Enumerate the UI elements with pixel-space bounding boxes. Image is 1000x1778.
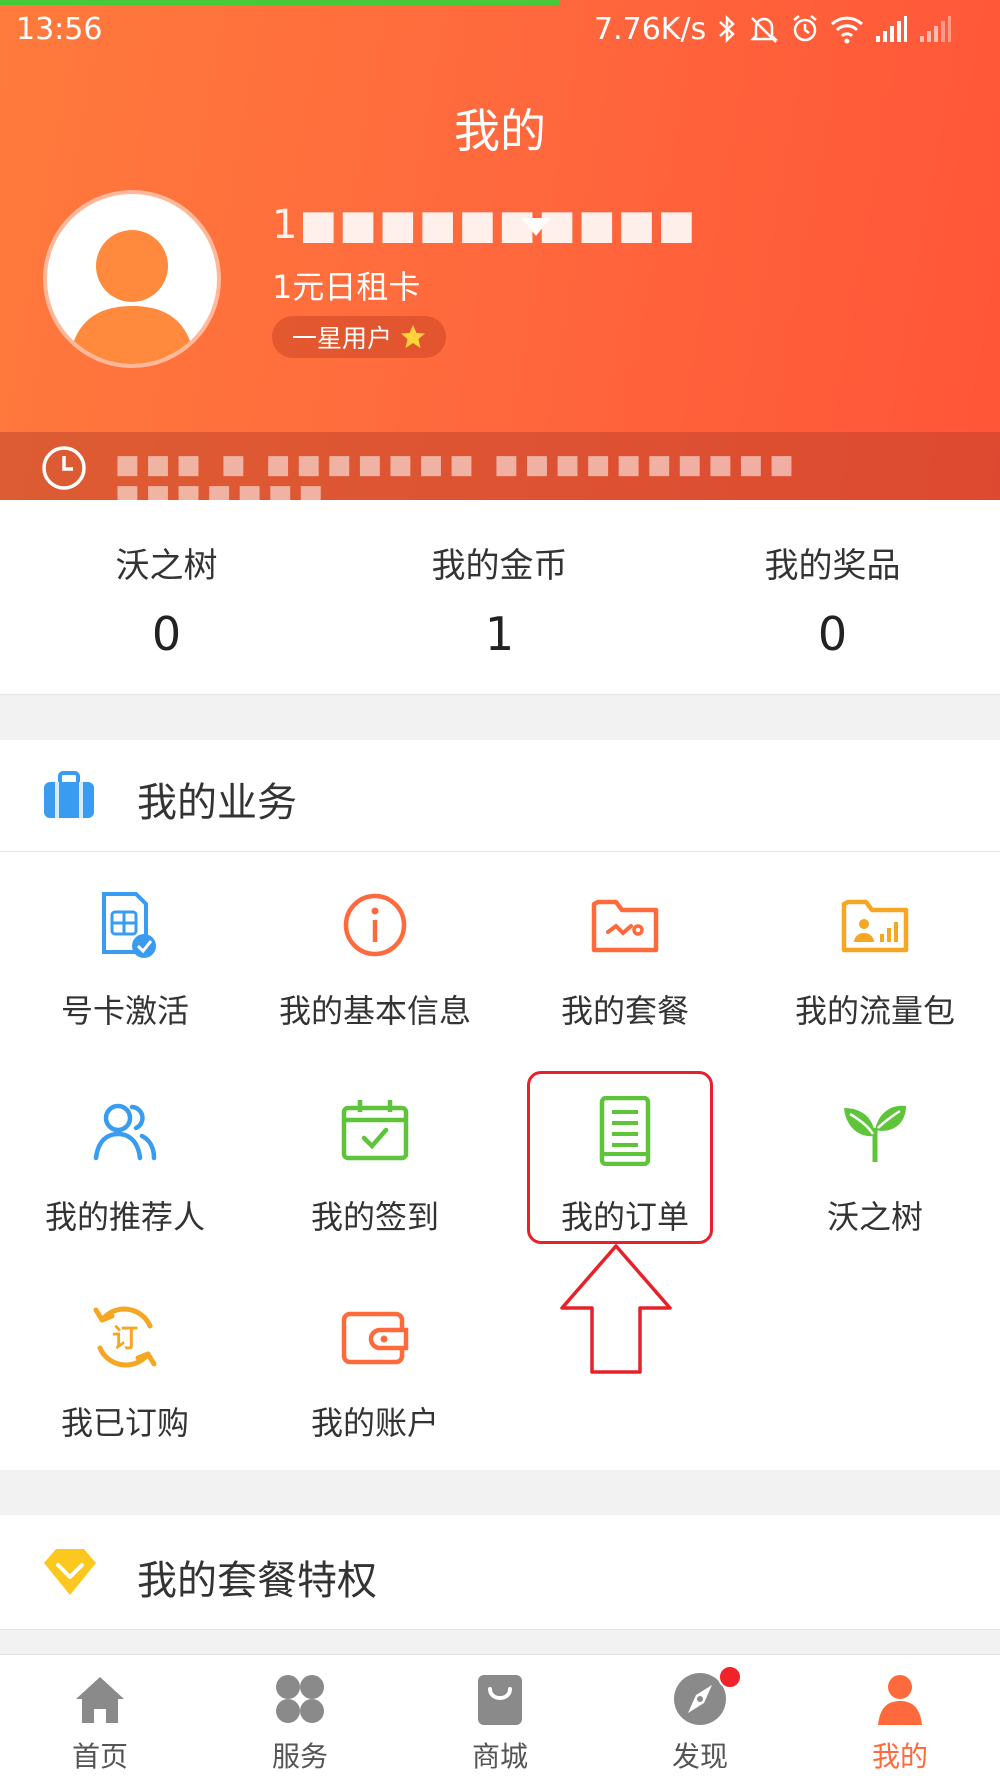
default-avatar-icon bbox=[69, 230, 195, 364]
tab-home[interactable]: 首页 bbox=[0, 1665, 200, 1775]
grid-item-my-package[interactable]: 我的套餐 bbox=[500, 890, 750, 1040]
business-section-header: 我的业务 bbox=[0, 740, 1000, 852]
grid-item-label: 我的套餐 bbox=[560, 992, 689, 1030]
bluetooth-icon bbox=[719, 14, 735, 44]
notification-dot bbox=[718, 1665, 742, 1689]
grid-item-sim-activation[interactable]: 号卡激活 bbox=[0, 890, 250, 1040]
stat-value: 0 bbox=[817, 607, 848, 661]
calendar-check-icon bbox=[341, 1100, 409, 1161]
up-arrow-annotation-icon bbox=[560, 1244, 672, 1374]
business-section-title: 我的业务 bbox=[137, 780, 297, 826]
wallet-icon bbox=[341, 1311, 409, 1365]
profile-header: 13:56 7.76K/s 我的 1■■■■■■■■■■ 1元日租卡 一星用户 … bbox=[0, 0, 1000, 500]
grid-item-label: 我已订购 bbox=[60, 1404, 189, 1442]
clock-icon bbox=[42, 446, 86, 490]
briefcase-icon bbox=[44, 771, 94, 818]
bottom-tab-bar: 首页 服务 商城 发现 我的 bbox=[0, 1654, 1000, 1778]
tab-label: 发现 bbox=[671, 1740, 728, 1773]
grid-item-label: 我的基本信息 bbox=[278, 992, 471, 1030]
stat-value: 1 bbox=[484, 607, 515, 661]
stat-label: 沃之树 bbox=[115, 546, 218, 586]
tab-label: 服务 bbox=[271, 1740, 328, 1773]
data-folder-icon bbox=[841, 899, 909, 953]
services-icon bbox=[276, 1675, 324, 1723]
grid-item-label: 号卡激活 bbox=[60, 992, 189, 1030]
star-icon bbox=[401, 325, 426, 348]
user-level-badge[interactable]: 一星用户 bbox=[272, 316, 447, 358]
grid-item-my-account[interactable]: 我的账户 bbox=[250, 1302, 500, 1452]
notice-bar[interactable]: ■■■ ■ ■■■■■■■ ■■■■■■■■■■ ■■■■■■■ bbox=[0, 432, 1000, 500]
stat-label: 我的奖品 bbox=[764, 546, 901, 586]
plan-name: 1元日租卡 bbox=[272, 268, 421, 306]
user-level-label: 一星用户 bbox=[292, 324, 393, 353]
stat-value: 0 bbox=[151, 607, 182, 661]
page-title: 我的 bbox=[454, 104, 546, 158]
stat-label: 我的金币 bbox=[431, 546, 568, 586]
grid-item-wo-tree[interactable]: 沃之树 bbox=[750, 1096, 1000, 1246]
loading-progress-line bbox=[0, 0, 560, 5]
status-bar: 13:56 7.76K/s bbox=[0, 8, 1000, 48]
status-network-speed: 7.76K/s bbox=[594, 12, 707, 47]
tab-label: 我的 bbox=[871, 1740, 928, 1773]
shopping-bag-icon bbox=[478, 1675, 522, 1725]
signal-icon bbox=[876, 16, 907, 42]
tab-profile[interactable]: 我的 bbox=[800, 1665, 1000, 1775]
tab-label: 商城 bbox=[471, 1740, 528, 1773]
diamond-icon bbox=[44, 1549, 96, 1595]
alarm-icon bbox=[793, 15, 817, 42]
tab-mall[interactable]: 商城 bbox=[400, 1665, 600, 1775]
home-icon bbox=[76, 1677, 124, 1723]
referrer-users-icon bbox=[93, 1103, 157, 1161]
sim-card-check-icon bbox=[102, 892, 156, 958]
grid-item-data-pack[interactable]: 我的流量包 bbox=[750, 890, 1000, 1040]
grid-item-referrer[interactable]: 我的推荐人 bbox=[0, 1096, 250, 1246]
highlight-annotation-box bbox=[527, 1071, 713, 1244]
notice-text: ■■■ ■ ■■■■■■■ ■■■■■■■■■■ ■■■■■■■ bbox=[115, 450, 800, 500]
grid-item-basic-info[interactable]: 我的基本信息 bbox=[250, 890, 500, 1040]
profile-icon bbox=[878, 1675, 922, 1725]
grid-item-label: 我的签到 bbox=[310, 1198, 439, 1236]
tab-discover[interactable]: 发现 bbox=[600, 1665, 800, 1775]
stat-prizes[interactable]: 我的奖品 0 bbox=[666, 538, 999, 661]
privilege-section-title: 我的套餐特权 bbox=[137, 1558, 377, 1604]
status-time: 13:56 bbox=[16, 12, 103, 47]
package-privilege-section[interactable]: 我的套餐特权 bbox=[0, 1515, 1000, 1630]
grid-item-label: 沃之树 bbox=[826, 1198, 923, 1236]
info-icon bbox=[343, 893, 407, 957]
wifi-icon bbox=[830, 16, 864, 44]
chevron-down-icon[interactable] bbox=[520, 216, 552, 238]
grid-item-subscribed[interactable]: 订 我已订购 bbox=[0, 1302, 250, 1452]
subscribed-icon: 订 bbox=[93, 1306, 157, 1368]
grid-item-check-in[interactable]: 我的签到 bbox=[250, 1096, 500, 1246]
stats-row: 沃之树 0 我的金币 1 我的奖品 0 bbox=[0, 500, 1000, 695]
avatar[interactable] bbox=[43, 190, 221, 368]
phone-number[interactable]: 1■■■■■■■■■■ bbox=[272, 202, 697, 248]
business-section: 我的业务 号卡激活 我的基本信息 我的套餐 我的流量包 我的推荐人 我的签到 我… bbox=[0, 740, 1000, 1470]
tab-services[interactable]: 服务 bbox=[200, 1665, 400, 1775]
package-folder-icon bbox=[591, 899, 659, 953]
stat-gold-coins[interactable]: 我的金币 1 bbox=[333, 538, 666, 661]
grid-item-label: 我的流量包 bbox=[794, 992, 955, 1030]
grid-item-label: 我的账户 bbox=[310, 1404, 439, 1442]
svg-text:订: 订 bbox=[112, 1324, 138, 1354]
sprout-icon bbox=[844, 1105, 906, 1162]
stat-wo-tree[interactable]: 沃之树 0 bbox=[0, 538, 333, 661]
mute-icon bbox=[749, 17, 779, 43]
grid-item-label: 我的推荐人 bbox=[44, 1198, 205, 1236]
tab-label: 首页 bbox=[71, 1740, 128, 1773]
signal-icon bbox=[920, 16, 951, 42]
